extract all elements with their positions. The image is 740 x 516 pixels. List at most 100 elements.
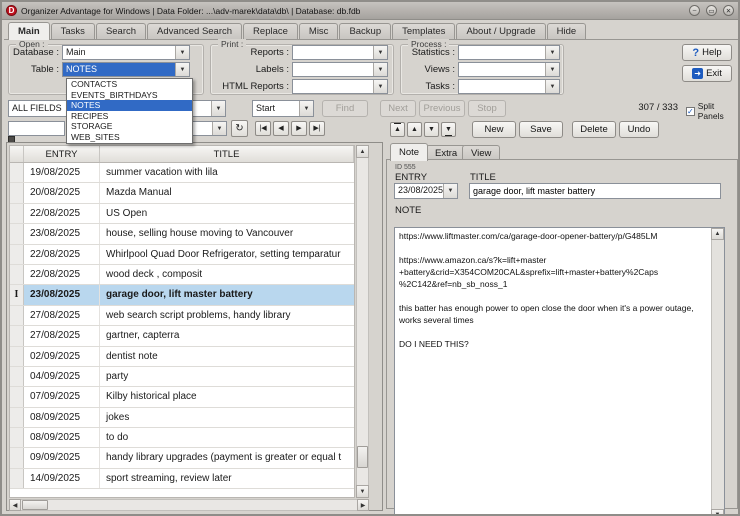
delete-button[interactable]: Delete <box>572 121 616 138</box>
undo-button[interactable]: Undo <box>619 121 659 138</box>
tab-search[interactable]: Search <box>95 23 147 39</box>
table-dropdown-list[interactable]: CONTACTS EVENTS_BIRTHDAYS NOTES RECIPES STOR… <box>66 78 193 144</box>
row-title-cell[interactable]: web search script problems, handy librar… <box>100 306 354 325</box>
previous-button[interactable]: Previous <box>419 100 465 117</box>
title-column-header[interactable]: TITLE <box>100 146 354 162</box>
table-row[interactable]: 09/09/2025 handy library upgrades (payme… <box>10 448 354 469</box>
dropdown-option[interactable]: RECIPES <box>67 111 192 122</box>
previous-record-button[interactable]: ▲ <box>407 122 422 137</box>
row-title-cell[interactable]: jokes <box>100 408 354 427</box>
row-entry-cell[interactable]: 04/09/2025 <box>24 366 100 387</box>
minimize-button[interactable]: – <box>689 5 700 16</box>
row-entry-cell[interactable]: 23/08/2025 <box>24 285 100 305</box>
row-title-cell[interactable]: wood deck , composit <box>100 265 354 284</box>
next-record-button[interactable]: ▼ <box>424 122 439 137</box>
database-combo[interactable]: Main ▼ <box>62 45 190 60</box>
table-row[interactable]: 22/08/2025 US Open <box>10 203 354 225</box>
entry-date-combo[interactable]: 23/08/2025 ▼ <box>394 183 458 199</box>
table-row[interactable]: 23/08/2025 house, selling house moving t… <box>10 224 354 245</box>
table-row[interactable]: 22/08/2025 wood deck , composit <box>10 264 354 286</box>
row-title-cell[interactable]: gartner, capterra <box>100 326 354 345</box>
tab-templates[interactable]: Templates <box>392 23 456 39</box>
row-title-cell[interactable]: summer vacation with lila <box>100 163 354 182</box>
labels-combo[interactable]: ▼ <box>292 62 388 77</box>
search-match-combo[interactable]: Start ▼ <box>252 100 314 117</box>
chevron-down-icon[interactable]: ▼ <box>545 46 559 59</box>
last-page-button[interactable]: ▶| <box>309 121 325 136</box>
row-title-cell[interactable]: dentist note <box>100 347 354 366</box>
row-title-cell[interactable]: to do <box>100 428 354 447</box>
row-entry-cell[interactable]: 02/09/2025 <box>24 346 100 366</box>
reports-combo[interactable]: ▼ <box>292 45 388 60</box>
chevron-down-icon[interactable]: ▼ <box>443 184 457 198</box>
refresh-button[interactable]: ↻ <box>231 120 248 137</box>
row-entry-cell[interactable]: 07/09/2025 <box>24 387 100 407</box>
table-combo[interactable]: NOTES ▼ <box>62 62 190 77</box>
row-entry-cell[interactable]: 23/08/2025 <box>24 224 100 244</box>
chevron-down-icon[interactable]: ▼ <box>211 101 225 116</box>
entry-column-header[interactable]: ENTRY <box>24 146 100 162</box>
scroll-up-icon[interactable]: ▲ <box>356 145 369 158</box>
split-panels-checkbox[interactable]: ✓ Split Panels <box>686 101 738 121</box>
row-title-cell[interactable]: US Open <box>100 204 354 223</box>
row-title-cell[interactable]: Whirlpool Quad Door Refrigerator, settin… <box>100 245 354 264</box>
scrollbar-thumb[interactable] <box>357 446 368 468</box>
scroll-down-icon[interactable]: ▼ <box>356 485 369 498</box>
chevron-down-icon[interactable]: ▼ <box>545 80 559 93</box>
row-entry-cell[interactable]: 27/08/2025 <box>24 305 100 326</box>
chevron-down-icon[interactable]: ▼ <box>373 63 387 76</box>
table-row[interactable]: 07/09/2025 Kilby historical place <box>10 387 354 408</box>
row-entry-cell[interactable]: 20/08/2025 <box>24 183 100 203</box>
close-button[interactable]: ✕ <box>723 5 734 16</box>
dropdown-option[interactable]: NOTES <box>67 100 192 111</box>
next-page-button[interactable]: ▶ <box>291 121 307 136</box>
tab-tasks[interactable]: Tasks <box>50 23 95 39</box>
scroll-up-icon[interactable]: ▲ <box>711 228 724 240</box>
scroll-down-icon[interactable]: ▼ <box>711 509 724 514</box>
statistics-combo[interactable]: ▼ <box>458 45 560 60</box>
row-title-cell[interactable]: house, selling house moving to Vancouver <box>100 224 354 243</box>
stop-button[interactable]: Stop <box>468 100 506 117</box>
tab-backup[interactable]: Backup <box>339 23 392 39</box>
row-entry-cell[interactable]: 22/08/2025 <box>24 244 100 264</box>
table-row[interactable]: 08/09/2025 to do <box>10 428 354 449</box>
dropdown-option[interactable]: CONTACTS <box>67 79 192 90</box>
row-entry-cell[interactable]: 08/09/2025 <box>24 407 100 428</box>
row-title-cell[interactable]: handy library upgrades (payment is great… <box>100 448 354 467</box>
table-row[interactable]: 20/08/2025 Mazda Manual <box>10 183 354 204</box>
table-row[interactable]: 14/09/2025 sport streaming, review later <box>10 468 354 490</box>
html-reports-combo[interactable]: ▼ <box>292 79 388 94</box>
chevron-down-icon[interactable]: ▼ <box>212 122 226 135</box>
find-button[interactable]: Find <box>322 100 368 117</box>
row-entry-cell[interactable]: 22/08/2025 <box>24 203 100 224</box>
table-row[interactable]: 27/08/2025 web search script problems, h… <box>10 305 354 327</box>
last-record-button[interactable]: ▼ <box>441 122 456 137</box>
row-title-cell[interactable]: Mazda Manual <box>100 183 354 202</box>
maximize-button[interactable]: ▭ <box>706 5 717 16</box>
dropdown-option[interactable]: WEB_SITES <box>67 132 192 143</box>
chevron-down-icon[interactable]: ▼ <box>175 63 189 76</box>
dropdown-option[interactable]: STORAGE <box>67 121 192 132</box>
row-entry-cell[interactable]: 19/08/2025 <box>24 163 100 183</box>
table-row[interactable]: 04/09/2025 party <box>10 366 354 388</box>
table-row[interactable]: 08/09/2025 jokes <box>10 407 354 429</box>
tab-replace[interactable]: Replace <box>243 23 298 39</box>
tasks-combo[interactable]: ▼ <box>458 79 560 94</box>
tab-about-upgrade[interactable]: About / Upgrade <box>456 23 546 39</box>
row-title-cell[interactable]: Kilby historical place <box>100 387 354 406</box>
table-row[interactable]: 22/08/2025 Whirlpool Quad Door Refrigera… <box>10 244 354 265</box>
tab-misc[interactable]: Misc <box>298 23 339 39</box>
row-entry-cell[interactable]: 22/08/2025 <box>24 264 100 285</box>
search-input[interactable] <box>8 121 65 136</box>
row-title-cell[interactable]: party <box>100 367 354 386</box>
grid-vertical-scrollbar[interactable]: ▲ ▼ <box>356 145 369 498</box>
row-entry-cell[interactable]: 09/09/2025 <box>24 448 100 468</box>
grid-horizontal-scrollbar[interactable]: ◀ ▶ <box>9 499 369 511</box>
first-page-button[interactable]: |◀ <box>255 121 271 136</box>
row-title-cell[interactable]: garage door, lift master battery <box>100 285 354 305</box>
row-entry-cell[interactable]: 27/08/2025 <box>24 326 100 346</box>
help-button[interactable]: ? Help <box>682 44 732 61</box>
views-combo[interactable]: ▼ <box>458 62 560 77</box>
scroll-left-icon[interactable]: ◀ <box>9 499 21 511</box>
table-row[interactable]: 27/08/2025 gartner, capterra <box>10 326 354 347</box>
